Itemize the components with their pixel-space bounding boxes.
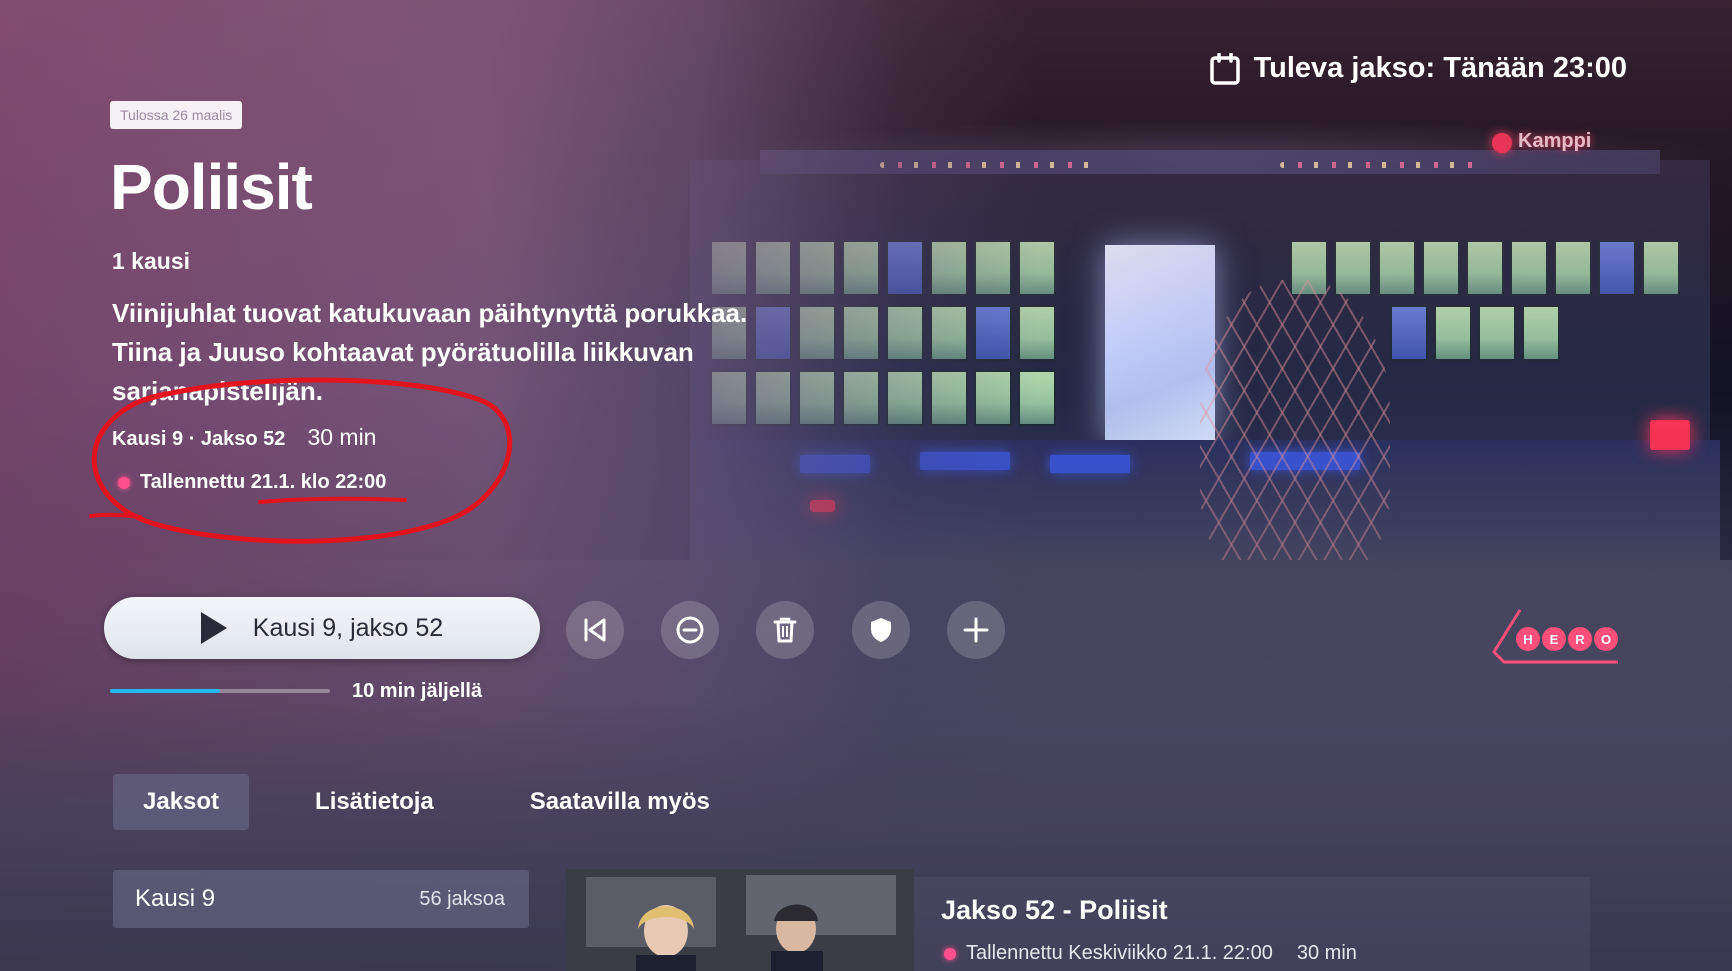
- play-icon: [200, 612, 227, 644]
- episode-count: 56 jaksoa: [419, 887, 505, 910]
- recorded-icon: [944, 947, 956, 960]
- episode-number: Kausi 9 · Jakso 52: [112, 428, 286, 450]
- episode-description: Viinijuhlat tuovat katukuvaan päihtynytt…: [112, 298, 748, 406]
- time-remaining: 10 min jäljellä: [352, 680, 483, 702]
- tab-saatavilla-myos[interactable]: Saatavilla myös: [500, 774, 740, 830]
- svg-text:O: O: [1601, 632, 1611, 647]
- coming-badge: Tulossa 26 maalis: [110, 101, 243, 129]
- show-title: Poliisit: [110, 151, 313, 223]
- episode-card-duration: 30 min: [1296, 942, 1357, 964]
- season-selector[interactable]: Kausi 9 56 jaksoa: [113, 870, 529, 928]
- delete-icon: [773, 617, 797, 643]
- detail-tabs: Jaksot Lisätietoja Saatavilla myös: [113, 774, 740, 830]
- season-count: 1 kausi: [112, 248, 190, 274]
- calendar-icon: [1209, 52, 1240, 85]
- remove-button[interactable]: [661, 601, 719, 659]
- svg-text:E: E: [1550, 632, 1559, 647]
- restart-icon: [584, 618, 606, 642]
- episode-thumbnail[interactable]: [566, 869, 914, 971]
- recorded-label: Tallennettu 21.1. klo 22:00: [140, 471, 387, 493]
- episode-title: Jakso 52 - Poliisit: [941, 895, 1168, 925]
- restart-button[interactable]: [566, 601, 624, 659]
- protect-icon: [871, 618, 891, 642]
- progress-fill: [110, 689, 220, 693]
- upcoming-episode: Tuleva jakso: Tänään 23:00: [1209, 52, 1627, 85]
- add-button[interactable]: [947, 601, 1005, 659]
- episode-duration: 30 min: [307, 424, 377, 450]
- recorded-info: Tallennettu 21.1. klo 22:00: [118, 471, 386, 494]
- recorded-icon: [118, 476, 130, 489]
- play-button-label: Kausi 9, jakso 52: [252, 613, 444, 642]
- episode-recorded-info: Tallennettu Keskiviikko 21.1. 22:00 30 m…: [944, 942, 1357, 965]
- upcoming-label: Tuleva jakso: Tänään 23:00: [1253, 52, 1627, 84]
- tab-jaksot[interactable]: Jaksot: [113, 774, 250, 830]
- protect-button[interactable]: [852, 601, 910, 659]
- play-episode-button[interactable]: Kausi 9, jakso 52: [104, 597, 540, 659]
- tab-lisatietoja[interactable]: Lisätietoja: [285, 774, 464, 830]
- delete-button[interactable]: [756, 601, 814, 659]
- add-icon: [963, 617, 989, 643]
- episode-recorded-label: Tallennettu Keskiviikko 21.1. 22:00: [966, 942, 1273, 964]
- episode-meta: Kausi 9 · Jakso 52 30 min: [112, 424, 376, 451]
- season-name: Kausi 9: [135, 885, 216, 912]
- remove-icon: [676, 616, 704, 644]
- hero-channel-logo: H E R O: [1492, 609, 1618, 664]
- svg-text:H: H: [1523, 632, 1532, 647]
- episode-thumbnail-image: [566, 869, 914, 971]
- progress-bar: [110, 689, 330, 693]
- svg-text:R: R: [1575, 632, 1585, 647]
